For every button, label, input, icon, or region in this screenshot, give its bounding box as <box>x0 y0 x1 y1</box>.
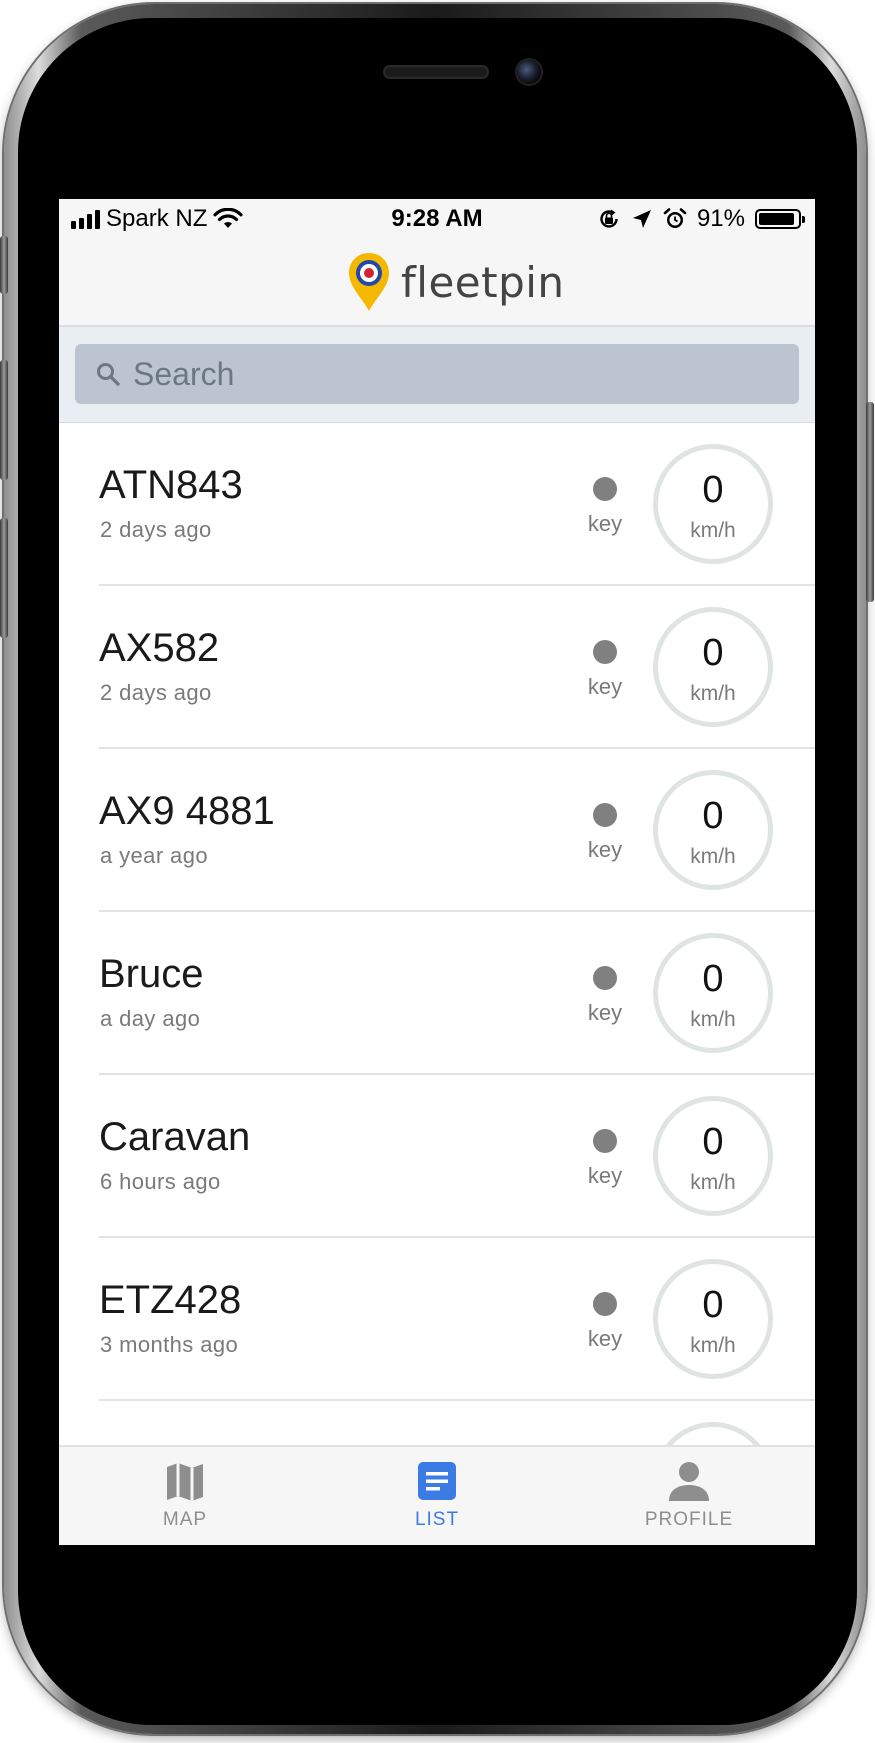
key-label: key <box>587 1163 623 1188</box>
key-status-icon <box>593 966 617 990</box>
speed-unit: km/h <box>690 1334 736 1357</box>
front-camera <box>517 60 541 84</box>
vehicle-row[interactable]: AX9 4881 a year ago key 0 km/h <box>59 749 815 912</box>
speed-gauge: 0 km/h <box>653 770 773 890</box>
app-screen: Spark NZ 9:28 AM 91% fleetpin Search ATN… <box>59 199 815 1545</box>
speed-value: 0 <box>702 632 724 674</box>
tab-profile[interactable]: PROFILE <box>563 1447 815 1545</box>
key-label: key <box>587 837 623 862</box>
alarm-icon <box>663 208 687 228</box>
speed-value: 0 <box>702 1284 724 1326</box>
power-button <box>866 402 874 602</box>
list-icon <box>418 1462 456 1500</box>
speed-gauge: 0 km/h <box>653 607 773 727</box>
volume-up-button <box>0 360 8 480</box>
app-name: fleetpin <box>401 257 565 307</box>
vehicle-row[interactable]: Caravan 6 hours ago key 0 km/h <box>59 1075 815 1238</box>
speed-gauge <box>653 1422 773 1445</box>
search-input[interactable] <box>131 354 735 394</box>
battery-icon <box>755 209 805 229</box>
map-icon <box>167 1463 203 1501</box>
speed-unit: km/h <box>690 1171 736 1194</box>
speed-gauge: 0 km/h <box>653 444 773 564</box>
app-logo: fleetpin <box>347 251 565 313</box>
key-status-icon <box>593 1129 617 1153</box>
key-label: key <box>587 1326 623 1351</box>
last-seen: 2 days ago <box>100 680 212 705</box>
status-right: 91% <box>597 205 805 233</box>
key-status-icon <box>593 803 617 827</box>
tab-map[interactable]: MAP <box>59 1447 311 1545</box>
speed-unit: km/h <box>690 682 736 705</box>
key-label: key <box>587 1000 623 1025</box>
vehicle-name: ETZ428 <box>99 1278 242 1322</box>
silent-switch <box>0 236 8 294</box>
vehicle-name: AX582 <box>99 626 220 670</box>
status-bar: Spark NZ 9:28 AM 91% <box>59 199 815 239</box>
search-icon <box>97 363 120 386</box>
last-seen: 3 months ago <box>100 1332 239 1357</box>
speed-unit: km/h <box>690 519 736 542</box>
search-bar[interactable] <box>75 344 799 404</box>
speed-unit: km/h <box>690 845 736 868</box>
vehicle-row[interactable]: AX582 2 days ago key 0 km/h <box>59 586 815 749</box>
last-seen: a day ago <box>100 1006 201 1031</box>
volume-down-button <box>0 518 8 638</box>
vehicle-name: Caravan <box>99 1115 251 1159</box>
vehicle-row[interactable]: ETZ428 3 months ago key 0 km/h <box>59 1238 815 1401</box>
app-header: fleetpin <box>59 239 815 327</box>
key-status-icon <box>593 640 617 664</box>
location-arrow-icon <box>632 210 651 228</box>
tab-list[interactable]: LIST <box>311 1447 563 1545</box>
speed-value: 0 <box>702 958 724 1000</box>
last-seen: 2 days ago <box>100 517 212 542</box>
key-status-icon <box>593 1292 617 1316</box>
speed-unit: km/h <box>690 1008 736 1031</box>
tab-bar: MAP LIST PROFILE <box>59 1445 815 1545</box>
rotation-lock-icon <box>600 209 618 228</box>
vehicle-row[interactable]: Bruce a day ago key 0 km/h <box>59 912 815 1075</box>
profile-icon <box>669 1462 709 1501</box>
tab-label: PROFILE <box>644 1509 734 1530</box>
vehicle-row[interactable]: ATN843 2 days ago key 0 km/h <box>59 423 815 586</box>
vehicle-row-partial[interactable] <box>59 1401 815 1445</box>
fleetpin-pin-icon <box>349 253 389 311</box>
speed-value: 0 <box>702 469 724 511</box>
vehicle-name: ATN843 <box>99 463 243 507</box>
vehicle-name: Bruce <box>99 952 204 996</box>
vehicle-list: ATN843 2 days ago key 0 km/h AX582 2 day… <box>59 423 815 1445</box>
search-area <box>59 327 815 423</box>
last-seen: a year ago <box>100 843 208 868</box>
speed-gauge: 0 km/h <box>653 1259 773 1379</box>
earpiece-speaker <box>383 65 489 79</box>
device-frame: Spark NZ 9:28 AM 91% fleetpin Search ATN… <box>0 0 875 1743</box>
key-status-icon <box>593 477 617 501</box>
tab-label: MAP <box>162 1509 208 1530</box>
speed-gauge: 0 km/h <box>653 1096 773 1216</box>
tab-label: LIST <box>414 1509 460 1530</box>
key-label: key <box>587 511 623 536</box>
key-label: key <box>587 674 623 699</box>
speed-gauge: 0 km/h <box>653 933 773 1053</box>
last-seen: 6 hours ago <box>100 1169 221 1194</box>
vehicle-name: AX9 4881 <box>99 789 275 833</box>
speed-value: 0 <box>702 795 724 837</box>
battery-percent: 91% <box>696 205 745 232</box>
speed-value: 0 <box>702 1121 724 1163</box>
